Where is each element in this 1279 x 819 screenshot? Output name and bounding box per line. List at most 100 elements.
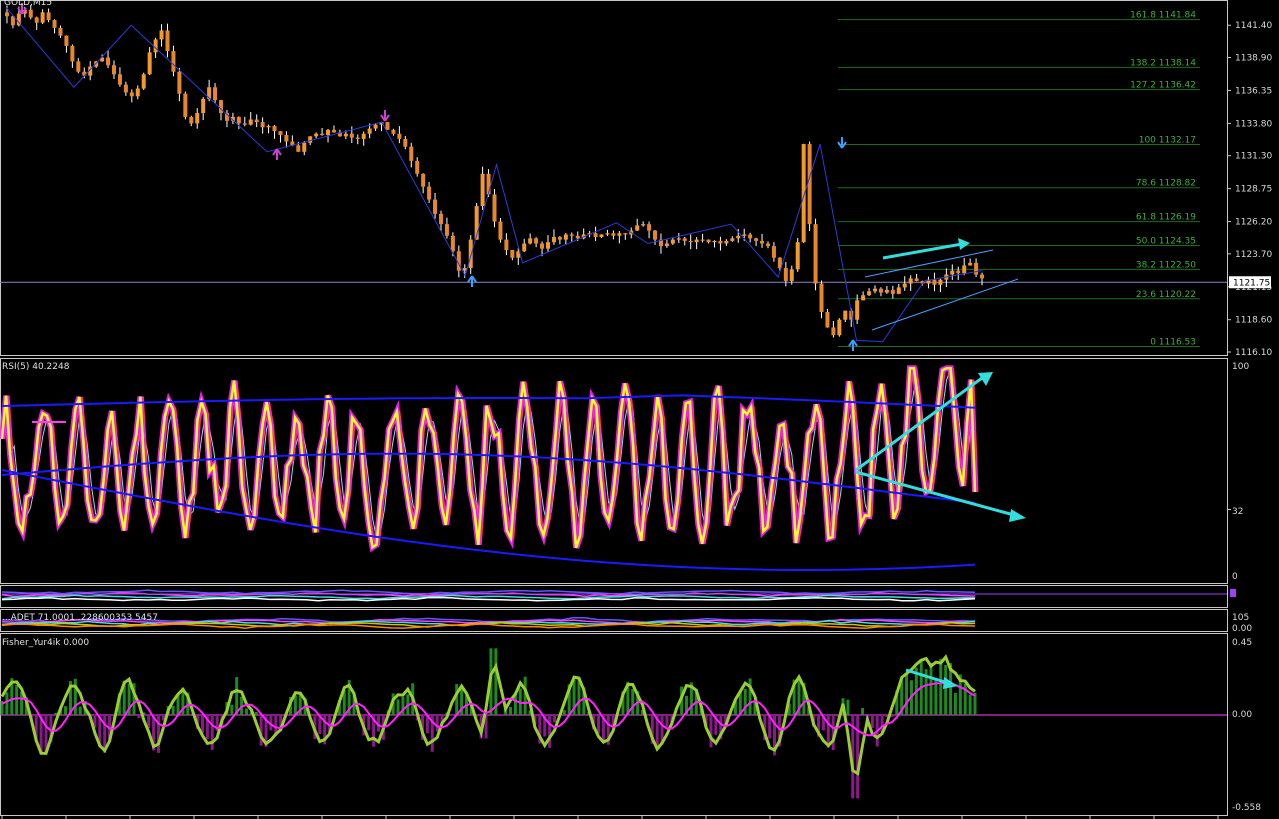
- candle-body: [653, 230, 658, 240]
- rsi-tick-0: 0: [1232, 572, 1238, 582]
- candle-body: [950, 270, 955, 275]
- candle-body: [272, 125, 277, 132]
- fisher-bar: [435, 715, 439, 732]
- candle-body: [754, 238, 759, 241]
- zigzag-line: [5, 6, 982, 343]
- band1-pane[interactable]: [1, 589, 1236, 602]
- candle-body: [468, 239, 473, 269]
- fisher-bar: [509, 707, 513, 715]
- candle-body: [706, 239, 711, 243]
- candle-body: [908, 278, 913, 284]
- fisher-bar: [73, 678, 77, 715]
- candle-body: [153, 39, 158, 53]
- candle-body: [462, 268, 467, 271]
- fisher-bar: [367, 715, 371, 731]
- candle-body: [611, 233, 616, 236]
- candle-body: [861, 295, 866, 301]
- candle-body: [902, 283, 907, 288]
- candle-body: [236, 116, 241, 124]
- fisher-bar: [78, 706, 82, 715]
- candle-body: [569, 234, 574, 236]
- band2-tick-0: 0.00: [1232, 624, 1252, 634]
- candle-body: [748, 234, 753, 239]
- rsi-pane[interactable]: [0, 365, 1231, 571]
- candle-body: [938, 279, 943, 285]
- price-tick-label: 1128.75: [1235, 185, 1272, 195]
- candle-body: [397, 133, 402, 139]
- candle-body: [76, 61, 81, 72]
- price-tick-label: 1126.20: [1235, 218, 1272, 228]
- fisher-bar: [254, 712, 258, 715]
- rsi-pane-title: RSI(5) 40.2248: [2, 362, 70, 372]
- fisher-bar: [562, 710, 566, 715]
- fib-level-label: 78.6 1128.82: [1136, 179, 1196, 189]
- candle-body: [391, 129, 396, 134]
- candle-body: [248, 119, 253, 125]
- candle-body: [670, 239, 675, 244]
- fisher-bar: [171, 705, 175, 715]
- candle-body: [498, 221, 503, 240]
- band2-pane-title: ...ADET 71.0001 .228600353 5457: [2, 613, 158, 623]
- fisher-bar: [5, 692, 9, 715]
- fib-level-label: 50.0 1124.35: [1136, 236, 1196, 246]
- candle-body: [546, 242, 551, 249]
- candle-body: [450, 235, 455, 252]
- candle-body: [831, 327, 836, 336]
- candle-body: [557, 237, 562, 240]
- candle-body: [123, 84, 128, 93]
- candle-body: [106, 57, 111, 66]
- candle-body: [242, 123, 247, 125]
- fisher-bar: [455, 684, 459, 715]
- price-pane[interactable]: 161.8 1141.84 138.2 1138.14 127.2 1136.42 1…: [0, 3, 1227, 351]
- arrow-up-icon: [848, 339, 858, 351]
- fisher-bar: [450, 715, 454, 716]
- candle-body: [855, 300, 860, 320]
- trading-chart[interactable]: 161.8 1141.84 138.2 1138.14 127.2 1136.42 1…: [0, 0, 1279, 819]
- candle-body: [444, 224, 449, 236]
- candle-body: [718, 240, 723, 244]
- candle-body: [647, 224, 652, 231]
- fisher-bar: [968, 694, 972, 715]
- candle-body: [64, 35, 69, 46]
- candle-body: [201, 98, 206, 114]
- candle-body: [819, 283, 824, 312]
- price-pane-title: GOLD,M15: [4, 0, 52, 8]
- candle-body: [111, 65, 116, 75]
- fisher-bar: [293, 695, 297, 715]
- price-pane-border: [0, 0, 1228, 356]
- candle-body: [700, 239, 705, 241]
- channel-upper-line: [864, 249, 994, 278]
- fisher-bar: [743, 688, 747, 715]
- candle-body: [968, 262, 973, 266]
- candle-body: [320, 133, 325, 136]
- fisher-bar: [665, 715, 669, 728]
- arrow-down-icon: [837, 137, 847, 149]
- fisher-pane[interactable]: [0, 648, 1227, 819]
- candle-body: [189, 116, 194, 124]
- fisher-tick-top: 0.45: [1232, 638, 1252, 648]
- candle-body: [694, 239, 699, 243]
- candle-body: [28, 9, 33, 18]
- candle-body: [296, 145, 301, 152]
- candle-body: [528, 238, 533, 244]
- candle-body: [433, 199, 438, 214]
- candle-body: [34, 17, 39, 23]
- candle-body: [46, 12, 51, 21]
- band1-marker: [1230, 589, 1236, 597]
- candle-body: [540, 243, 545, 249]
- candle-body: [409, 146, 414, 161]
- fisher-bar: [553, 715, 557, 723]
- candle-body: [736, 235, 741, 239]
- candle-body: [980, 274, 985, 279]
- candle-body: [890, 290, 895, 294]
- price-tick-label: 1131.30: [1235, 152, 1272, 162]
- fisher-bar: [748, 678, 752, 715]
- fisher-bar: [939, 658, 943, 715]
- fisher-bar: [856, 715, 860, 799]
- arrow-up-icon: [272, 148, 282, 160]
- candle-body: [117, 74, 122, 85]
- candle-body: [760, 240, 765, 244]
- candle-body: [58, 27, 63, 36]
- candle-body: [843, 310, 848, 320]
- fisher-bar: [230, 704, 234, 715]
